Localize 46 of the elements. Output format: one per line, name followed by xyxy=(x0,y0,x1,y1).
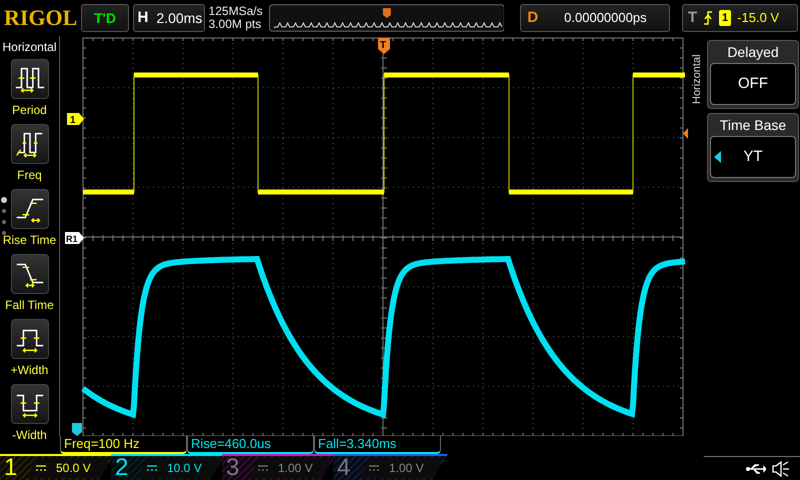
menu-item-label: Freq xyxy=(17,167,42,184)
dc-coupling-icon xyxy=(147,465,157,471)
brand-logo: RIGOL xyxy=(4,7,78,29)
measurement-result: Rise=460.0us xyxy=(187,436,314,454)
measure-button[interactable] xyxy=(10,319,48,359)
sample-rate: 125MSa/s xyxy=(208,5,263,18)
memory-depth: 3.00M pts xyxy=(208,18,262,31)
measure-button[interactable] xyxy=(10,124,48,164)
run-status: T'D xyxy=(81,4,129,32)
timebase-label: H xyxy=(138,8,148,28)
trigger-position-marker: T xyxy=(378,38,390,54)
softkey-value[interactable]: OFF xyxy=(710,63,796,105)
rising-edge-icon xyxy=(703,11,714,25)
measurement-result: Fall=3.340ms xyxy=(314,436,441,454)
measure-button[interactable] xyxy=(10,59,48,99)
speaker-icon xyxy=(772,460,790,476)
menu-item-label: Rise Time xyxy=(2,232,56,249)
trigger-source: 1 xyxy=(719,10,732,26)
dc-coupling-icon xyxy=(258,465,268,471)
channel-marker: 1 xyxy=(67,113,84,126)
reference-marker: R1 xyxy=(65,232,84,244)
menu-item-label: Period xyxy=(12,102,47,119)
side-label: Horizontal xyxy=(690,53,703,104)
left-arrow-icon xyxy=(714,151,721,163)
channel-tab[interactable]: 4 1.00 V xyxy=(333,454,448,480)
softkey-title: Time Base xyxy=(718,116,788,135)
trigger-level: -15.0 V xyxy=(737,9,780,28)
measurement-result: Freq=100 Hz xyxy=(60,436,187,454)
softkey-title: Delayed xyxy=(726,43,780,62)
delay-label: D xyxy=(527,8,538,28)
delay-value: 0.00000000ps xyxy=(564,9,647,28)
menu-item-label: Fall Time xyxy=(5,297,54,314)
channel-offset-icon xyxy=(72,423,82,436)
menu-item-label: -Width xyxy=(12,427,47,444)
trigger-level-icon xyxy=(683,128,688,139)
usb-icon xyxy=(746,462,766,474)
measure-button[interactable] xyxy=(10,384,48,424)
menu-title: Horizontal xyxy=(1,39,58,56)
dc-coupling-icon xyxy=(36,465,46,471)
measure-button[interactable] xyxy=(10,254,48,294)
measure-button[interactable] xyxy=(10,189,48,229)
timebase-value: 2.00ms xyxy=(156,8,202,28)
dc-coupling-icon xyxy=(369,465,379,471)
softkey-value[interactable]: YT xyxy=(710,136,796,178)
trigger-label: T xyxy=(688,8,698,28)
menu-item-label: +Width xyxy=(10,362,48,379)
